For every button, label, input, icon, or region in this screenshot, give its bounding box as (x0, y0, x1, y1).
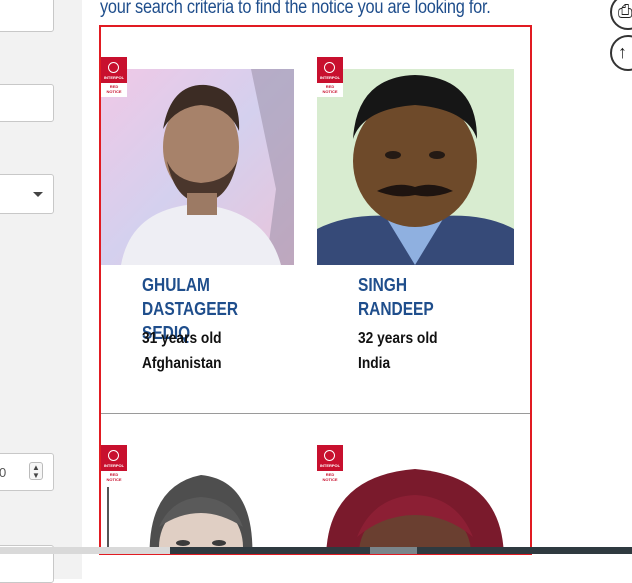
red-notice-badge: INTERPOL RED NOTICE (317, 57, 343, 97)
horizontal-scrollbar[interactable] (0, 547, 632, 554)
print-icon: ⎙ (618, 1, 632, 21)
name-line: RANDEEP (358, 299, 434, 319)
badge-label: INTERPOL (319, 75, 341, 80)
badge-label: NOTICE (106, 477, 122, 482)
arrow-up-icon: ↑ (618, 42, 627, 62)
filter-select[interactable] (0, 174, 54, 214)
scrollbar-thumb-highlight (370, 547, 417, 554)
search-intro-text: your search criteria to find the notice … (100, 0, 491, 18)
badge-label: NOTICE (322, 477, 338, 482)
badge-label: INTERPOL (103, 75, 125, 80)
spin-down-icon[interactable]: ▼ (32, 471, 40, 480)
notice-age: 31 years old (142, 330, 222, 347)
notice-photo[interactable] (317, 69, 514, 265)
chevron-down-icon (33, 192, 43, 197)
badge-label: NOTICE (322, 89, 338, 94)
red-notice-badge: INTERPOL RED NOTICE (101, 57, 127, 97)
filter-sidebar: 0 ▲ ▼ (0, 0, 82, 583)
age-number-value: 0 (0, 465, 7, 480)
notice-photo[interactable] (101, 69, 294, 265)
interpol-seal-icon (108, 450, 119, 461)
print-button[interactable]: ⎙ (610, 0, 632, 30)
red-notice-badge: INTERPOL RED NOTICE (317, 445, 343, 485)
interpol-seal-icon (324, 62, 335, 73)
notice-age: 32 years old (358, 330, 438, 347)
age-number-field[interactable]: 0 ▲ ▼ (0, 453, 54, 491)
scrollbar-thumb[interactable] (170, 547, 632, 554)
filter-text-field-1[interactable] (0, 0, 54, 32)
name-line: SINGH (358, 275, 408, 295)
notice-nationality: India (358, 355, 391, 372)
scroll-top-button[interactable]: ↑ (610, 35, 632, 71)
badge-label: NOTICE (106, 89, 122, 94)
red-notice-badge: INTERPOL RED NOTICE (101, 445, 127, 485)
filter-text-field-2[interactable] (0, 84, 54, 122)
notice-results-panel: INTERPOL RED NOTICE GHULAM DASTAGEER SED… (99, 25, 532, 555)
notice-nationality: Afghanistan (142, 355, 222, 372)
interpol-seal-icon (108, 62, 119, 73)
notice-photo[interactable] (101, 457, 294, 553)
interpol-seal-icon (324, 450, 335, 461)
badge-label: INTERPOL (103, 463, 125, 468)
name-line: GHULAM DASTAGEER (142, 275, 239, 319)
badge-label: INTERPOL (319, 463, 341, 468)
number-spinner[interactable]: ▲ ▼ (29, 462, 43, 480)
row-divider (101, 413, 530, 414)
notice-photo[interactable] (317, 457, 514, 553)
notice-name[interactable]: SINGH RANDEEP (358, 273, 496, 321)
